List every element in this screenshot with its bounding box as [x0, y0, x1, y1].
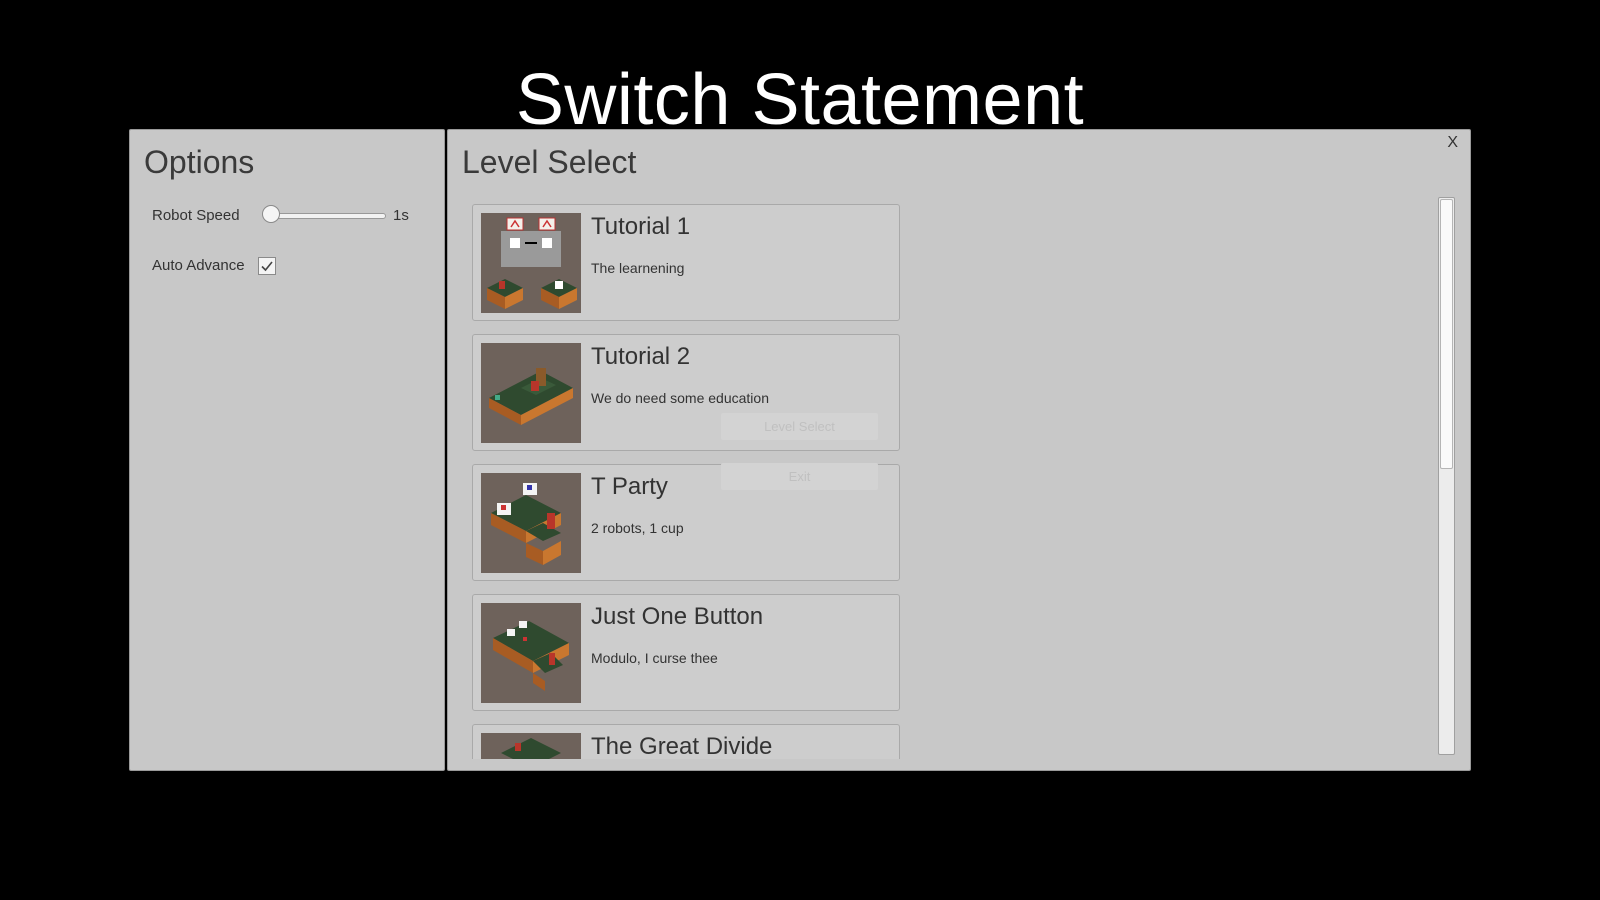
level-card[interactable]: Just One Button Modulo, I curse thee: [472, 594, 900, 711]
level-list-scrollbar[interactable]: [1438, 197, 1455, 755]
background-level-select-button: Level Select: [721, 413, 878, 440]
level-description: We do need some education: [591, 390, 769, 406]
level-description: 2 robots, 1 cup: [591, 520, 684, 536]
close-button[interactable]: X: [1447, 134, 1458, 152]
just-one-button-thumbnail: [481, 603, 581, 703]
level-card[interactable]: Tutorial 1 The learnening: [472, 204, 900, 321]
level-description: Modulo, I curse thee: [591, 650, 718, 666]
level-card[interactable]: The Great Divide: [472, 724, 900, 759]
robot-speed-label: Robot Speed: [152, 207, 240, 224]
level-select-title: Level Select: [462, 144, 637, 180]
tutorial-1-thumbnail: [481, 213, 581, 313]
auto-advance-checkbox[interactable]: [258, 257, 276, 275]
robot-speed-value: 1s: [393, 207, 409, 224]
checkmark-icon: [261, 261, 273, 272]
options-title: Options: [144, 144, 255, 180]
the-great-divide-thumbnail: [481, 733, 581, 759]
t-party-thumbnail: [481, 473, 581, 573]
level-select-panel: Level Select X Tutorial 1 The learnening…: [447, 129, 1471, 771]
scrollbar-handle[interactable]: [1440, 199, 1453, 469]
level-name: Just One Button: [591, 603, 764, 630]
level-name: Tutorial 1: [591, 213, 691, 240]
background-exit-button: Exit: [721, 463, 878, 490]
auto-advance-label: Auto Advance: [152, 257, 245, 274]
level-name: The Great Divide: [591, 733, 773, 759]
level-name: T Party: [591, 473, 668, 500]
robot-speed-slider-handle[interactable]: [262, 205, 280, 223]
options-panel: Options Robot Speed 1s Auto Advance: [129, 129, 445, 771]
level-description: The learnening: [591, 260, 685, 276]
robot-speed-slider-track[interactable]: [264, 213, 386, 219]
tutorial-2-thumbnail: [481, 343, 581, 443]
level-name: Tutorial 2: [591, 343, 691, 370]
